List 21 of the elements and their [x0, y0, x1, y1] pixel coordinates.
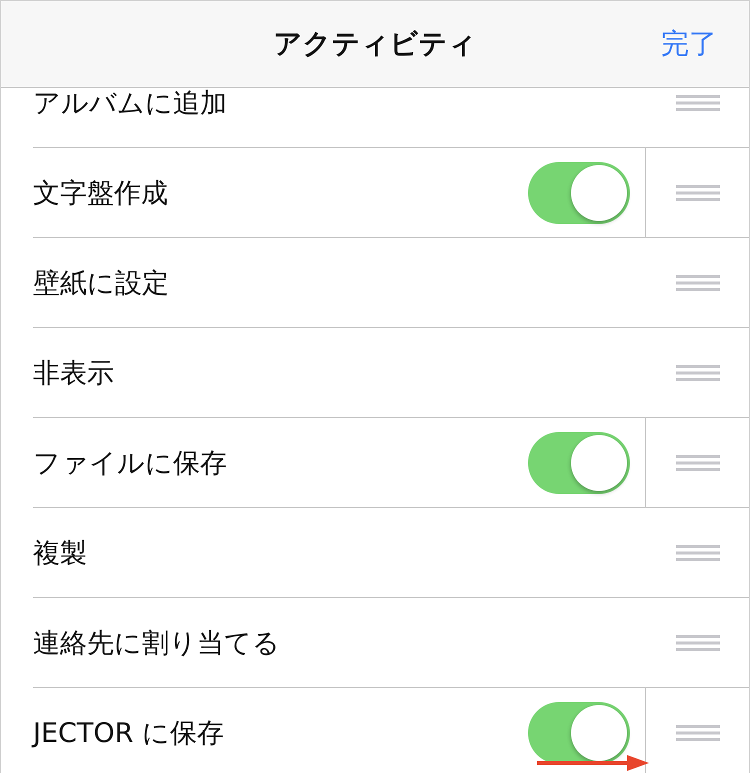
reorder-handle-icon[interactable]: [676, 634, 720, 650]
reorder-handle-icon[interactable]: [676, 724, 720, 740]
toggle-switch[interactable]: [528, 702, 630, 764]
toggle-switch[interactable]: [528, 432, 630, 494]
row-label: 壁紙に設定: [33, 266, 170, 300]
reorder-handle-icon[interactable]: [676, 544, 720, 560]
done-button[interactable]: 完了: [661, 25, 717, 63]
reorder-handle-icon[interactable]: [676, 184, 720, 200]
toggle-switch[interactable]: [528, 162, 630, 224]
reorder-handle-icon[interactable]: [676, 94, 720, 110]
row-label: ファイルに保存: [33, 446, 228, 480]
reorder-handle-icon[interactable]: [676, 364, 720, 380]
row-label: アルバムに追加: [33, 88, 228, 120]
reorder-handle-icon[interactable]: [676, 274, 720, 290]
reorder-handle-icon[interactable]: [676, 454, 720, 470]
row-label: 非表示: [33, 356, 115, 390]
nav-title: アクティビティ: [274, 26, 476, 62]
row-label: JECTOR に保存: [33, 716, 225, 750]
row-label: 複製: [33, 536, 88, 570]
row-label: 文字盤作成: [33, 176, 169, 210]
row-label: 連絡先に割り当てる: [33, 626, 281, 660]
